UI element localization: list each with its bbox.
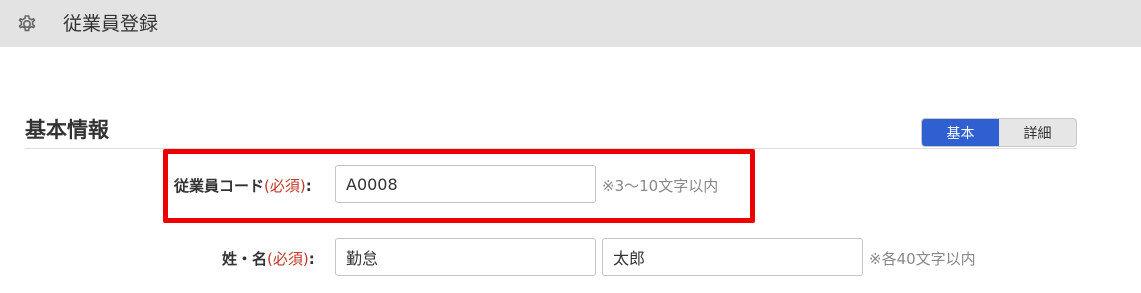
highlight-box: [163, 149, 755, 223]
last-name-input[interactable]: [335, 238, 596, 276]
name-label: 姓・名(必須):: [222, 249, 315, 269]
label-colon: :: [308, 250, 315, 268]
first-name-input[interactable]: [602, 238, 863, 276]
gear-icon[interactable]: [15, 12, 39, 36]
toggle-detail-button[interactable]: 詳細: [999, 119, 1076, 146]
name-hint: ※各40文字以内: [869, 250, 976, 268]
toggle-basic-button[interactable]: 基本: [922, 119, 999, 146]
page-title: 従業員登録: [63, 13, 159, 35]
required-marker: (必須): [267, 250, 309, 268]
page-header: 従業員登録: [0, 0, 1141, 47]
view-toggle: 基本 詳細: [921, 118, 1077, 147]
name-label-text: 姓・名: [222, 250, 268, 268]
section-title: 基本情報: [25, 118, 109, 142]
